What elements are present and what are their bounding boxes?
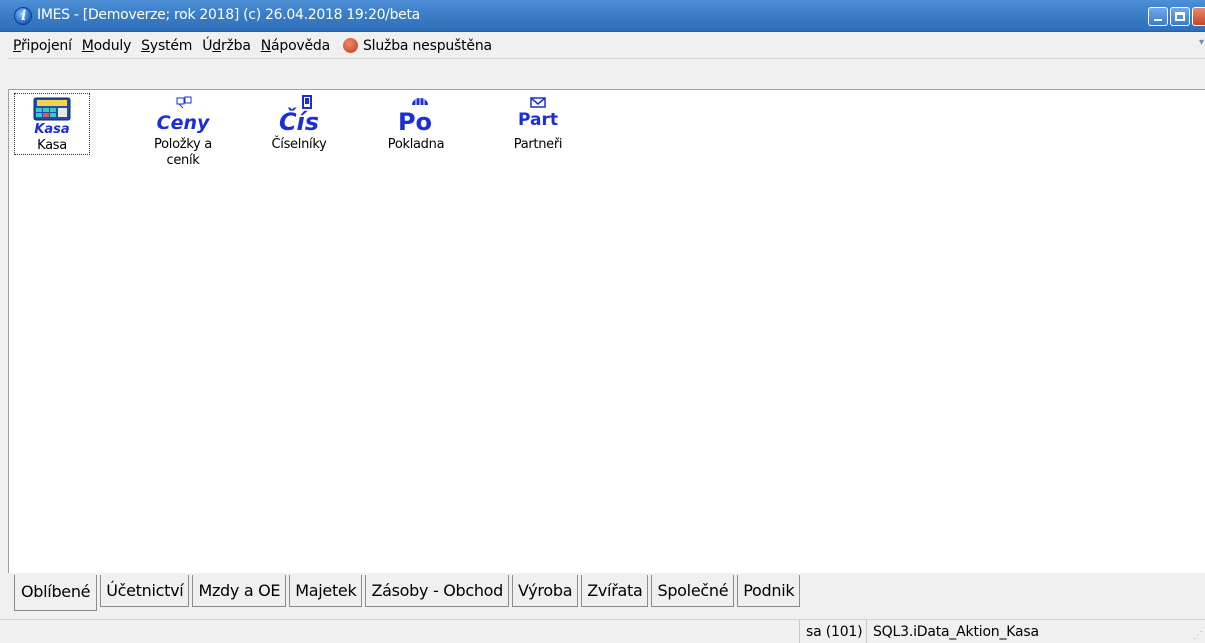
chevron-down-icon[interactable]: ▾ [1199, 37, 1205, 53]
menu-napoveda-accel: N [260, 37, 271, 54]
maximize-button[interactable] [1170, 7, 1190, 26]
service-status-icon [343, 38, 358, 53]
tab-zasoby[interactable]: Zásoby - Obchod [365, 575, 510, 607]
cashbox-icon: Po [378, 93, 454, 137]
tab-vyroba[interactable]: Výroba [512, 575, 579, 607]
menu-udrzba-accel: d [212, 37, 221, 54]
menu-pripojeni[interactable]: Připojení [8, 33, 77, 59]
tile-kasa-icon-text: Kasa [34, 122, 69, 136]
partner-icon: Part [500, 93, 576, 137]
status-database: SQL3.iData_Aktion_Kasa [866, 620, 1039, 643]
tile-label: Pokladna [387, 137, 445, 152]
cash-register-icon: Kasa [15, 94, 89, 138]
tile-partneri[interactable]: Part Partneři [500, 93, 576, 153]
menu-udrzba[interactable]: Údržba [197, 33, 256, 59]
tab-oblibene[interactable]: Oblíbené [14, 575, 98, 611]
menu-moduly-accel: M [81, 37, 94, 54]
tab-zvirata[interactable]: Zvířata [581, 575, 649, 607]
status-user: sa (101) [799, 620, 863, 643]
tile-ciselniky-icon-text: Čís [279, 106, 319, 135]
codebook-icon: Čís [261, 93, 337, 137]
resize-grip-icon[interactable]: ⋰ [1193, 630, 1203, 641]
minimize-button[interactable] [1148, 7, 1168, 26]
tile-ceny-icon-text: Ceny [157, 112, 211, 134]
price-icon: Ceny [145, 93, 221, 137]
menu-system-accel: S [141, 37, 150, 54]
minimize-icon [1154, 19, 1162, 21]
tile-label: Číselníky [271, 137, 327, 152]
tab-podnik[interactable]: Podnik [737, 575, 801, 607]
tab-mzdy[interactable]: Mzdy a OE [192, 575, 287, 607]
tile-partneri-icon-text: Part [518, 110, 558, 130]
service-status[interactable]: Služba nespuštěna [363, 38, 492, 54]
tile-pokladna-icon-text: Po [398, 108, 432, 135]
menu-napoveda-rest: ápověda [271, 37, 330, 54]
menu-udrzba-first: Ú [202, 37, 213, 54]
menu-system[interactable]: Systém [136, 33, 197, 59]
menu-bar: Připojení Moduly Systém Údržba Nápověda … [8, 33, 1205, 59]
status-bar: sa (101) SQL3.iData_Aktion_Kasa ⋰ [0, 619, 1205, 643]
tile-label: Kasa [37, 138, 67, 153]
menu-moduly[interactable]: Moduly [77, 33, 136, 59]
menu-napoveda[interactable]: Nápověda [256, 33, 335, 59]
tab-spolecne[interactable]: Společné [651, 575, 735, 607]
tile-pokladna[interactable]: Po Pokladna [378, 93, 454, 153]
menu-pripojeni-accel: P [13, 37, 21, 54]
tab-ucetnictvi[interactable]: Účetnictví [100, 575, 190, 607]
app-info-icon[interactable] [14, 7, 32, 25]
maximize-icon [1175, 12, 1185, 21]
tile-kasa[interactable]: Kasa Kasa [14, 93, 90, 155]
tile-label: Partneři [513, 137, 563, 152]
favorites-panel: Kasa Kasa Ceny Položky a ceník Čís Čísel… [8, 89, 1205, 573]
menu-udrzba-rest: ržba [220, 37, 251, 54]
window-title: IMES - [Demoverze; rok 2018] (c) 26.04.2… [37, 7, 420, 23]
tile-ciselniky[interactable]: Čís Číselníky [261, 93, 337, 153]
close-button[interactable] [1192, 7, 1205, 26]
tile-label: Položky a ceník [154, 137, 212, 168]
title-bar[interactable]: IMES - [Demoverze; rok 2018] (c) 26.04.2… [0, 0, 1205, 32]
menu-system-rest: ystém [149, 37, 193, 54]
menu-moduly-rest: oduly [93, 37, 132, 54]
menu-pripojeni-rest: řipojení [21, 37, 72, 54]
tab-majetek[interactable]: Majetek [289, 575, 363, 607]
tile-ceny[interactable]: Ceny Položky a ceník [145, 93, 221, 169]
module-tabs: Oblíbené Účetnictví Mzdy a OE Majetek Zá… [14, 575, 803, 611]
